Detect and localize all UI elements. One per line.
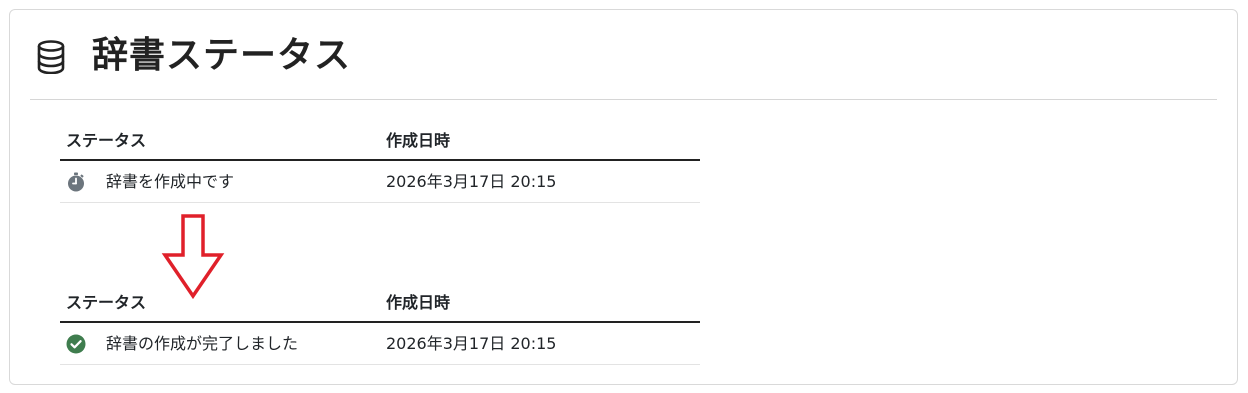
check-circle-icon bbox=[66, 334, 86, 354]
card-header: 辞書ステータス bbox=[30, 10, 1217, 100]
table-header: ステータス 作成日時 bbox=[60, 123, 700, 161]
status-text: 辞書を作成中です bbox=[106, 172, 235, 191]
column-header-status: ステータス bbox=[66, 293, 147, 312]
column-header-created: 作成日時 bbox=[386, 293, 451, 312]
page-title: 辞書ステータス bbox=[92, 35, 352, 76]
dictionary-status-card: 辞書ステータス ステータス 作成日時 辞書を作成中です 2026年3月17日 2… bbox=[9, 9, 1238, 385]
column-header-created: 作成日時 bbox=[386, 131, 451, 150]
table-header: ステータス 作成日時 bbox=[60, 285, 700, 323]
table-row: 辞書の作成が完了しました 2026年3月17日 20:15 bbox=[60, 323, 700, 365]
stopwatch-icon bbox=[68, 172, 84, 192]
status-text: 辞書の作成が完了しました bbox=[106, 334, 299, 353]
created-datetime: 2026年3月17日 20:15 bbox=[386, 172, 557, 191]
created-datetime: 2026年3月17日 20:15 bbox=[386, 334, 557, 353]
status-table-before: ステータス 作成日時 辞書を作成中です 2026年3月17日 20:15 bbox=[60, 123, 700, 203]
database-icon bbox=[37, 40, 65, 74]
column-header-status: ステータス bbox=[66, 131, 147, 150]
table-row: 辞書を作成中です 2026年3月17日 20:15 bbox=[60, 161, 700, 203]
status-table-after: ステータス 作成日時 辞書の作成が完了しました 2026年3月17日 20:15 bbox=[60, 285, 700, 365]
